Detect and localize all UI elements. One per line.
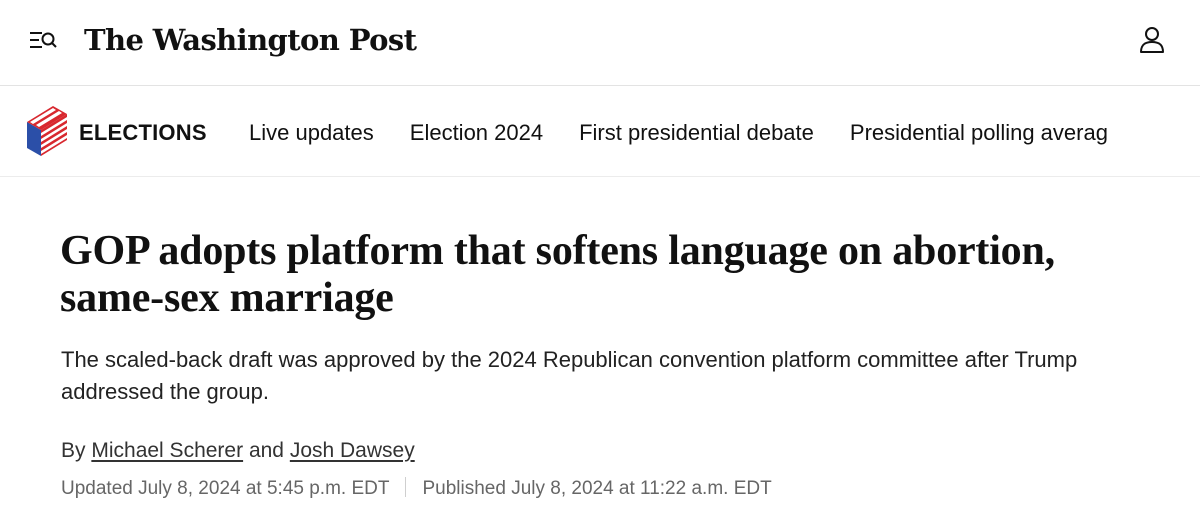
nav-item-election-2024[interactable]: Election 2024 xyxy=(410,117,543,149)
updated-timestamp: Updated July 8, 2024 at 5:45 p.m. EDT xyxy=(61,478,390,499)
author-link-josh-dawsey[interactable]: Josh Dawsey xyxy=(290,439,415,462)
nav-item-first-presidential-debate[interactable]: First presidential debate xyxy=(579,117,814,149)
menu-search-icon[interactable] xyxy=(26,26,60,54)
nav-item-live-updates[interactable]: Live updates xyxy=(249,117,374,149)
site-logo[interactable]: The Washington Post xyxy=(84,18,417,62)
user-icon[interactable] xyxy=(1136,24,1168,56)
subnav-items: Live updates Election 2024 First president… xyxy=(249,117,1144,149)
timestamp-divider xyxy=(405,477,407,497)
timestamps: Updated July 8, 2024 at 5:45 p.m. EDT Pub… xyxy=(61,474,772,504)
author-link-michael-scherer[interactable]: Michael Scherer xyxy=(91,439,243,462)
published-timestamp: Published July 8, 2024 at 11:22 a.m. EDT xyxy=(422,478,772,499)
nav-item-presidential-polling-average[interactable]: Presidential polling averag xyxy=(850,117,1108,149)
byline-conjunction: and xyxy=(248,439,284,462)
article-headline: GOP adopts platform that softens languag… xyxy=(60,228,1055,321)
section-label-elections[interactable]: ELECTIONS xyxy=(79,117,207,149)
byline: By Michael Scherer and Josh Dawsey xyxy=(61,436,415,466)
byline-prefix: By xyxy=(61,439,86,462)
flag-icon xyxy=(25,106,69,158)
top-bar: The Washington Post xyxy=(0,0,1200,86)
article-dek: The scaled-back draft was approved by th… xyxy=(61,347,1078,404)
